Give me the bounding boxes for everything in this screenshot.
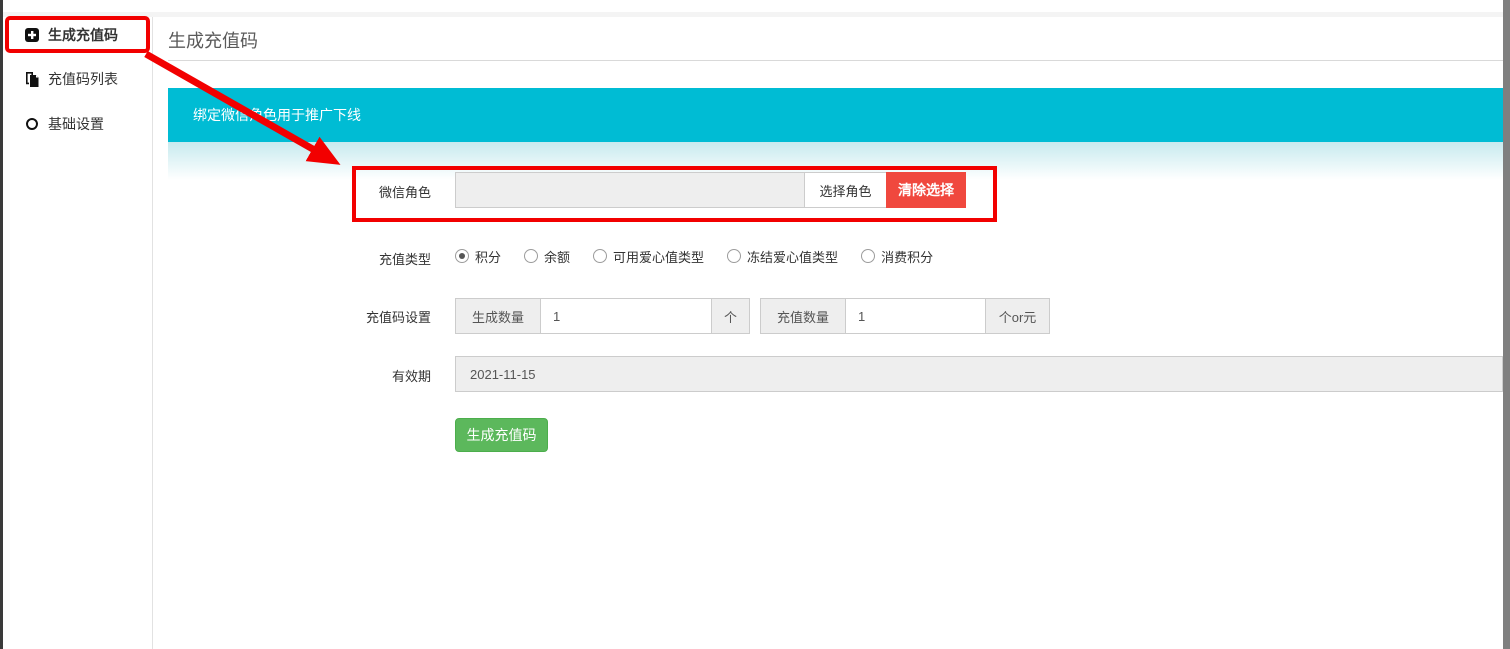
select-role-button[interactable]: 选择角色	[804, 172, 887, 208]
generate-qty-input[interactable]	[541, 298, 712, 334]
radio-label: 可用爱心值类型	[613, 247, 704, 266]
radio-option-consume-points[interactable]: 消费积分	[861, 247, 933, 266]
page-title: 生成充值码	[168, 27, 258, 53]
generate-code-button[interactable]: 生成充值码	[455, 418, 548, 452]
sidebar: 生成充值码 充值码列表 基础设置	[3, 17, 153, 649]
generate-qty-suffix: 个	[712, 298, 750, 334]
main-content: 生成充值码 绑定微信角色用于推广下线 微信角色 选择角色 清除选择 充值类型 积…	[153, 17, 1503, 649]
sidebar-item-code-list[interactable]: 充值码列表	[3, 62, 151, 96]
sidebar-item-label: 充值码列表	[48, 69, 118, 89]
wechat-role-input-field[interactable]	[468, 173, 792, 207]
validity-date-input[interactable]	[455, 356, 1503, 392]
code-settings-label: 充值码设置	[303, 307, 431, 326]
plus-square-icon	[24, 28, 39, 43]
radio-label: 消费积分	[881, 247, 933, 266]
radio-option-points[interactable]: 积分	[455, 247, 501, 266]
sidebar-item-basic-settings[interactable]: 基础设置	[3, 107, 151, 141]
radio-label: 冻结爱心值类型	[747, 247, 838, 266]
radio-icon[interactable]	[455, 249, 469, 263]
validity-label: 有效期	[303, 366, 431, 385]
recharge-type-label: 充值类型	[303, 249, 431, 268]
radio-label: 积分	[475, 247, 501, 266]
radio-option-balance[interactable]: 余额	[524, 247, 570, 266]
validity-date-field[interactable]	[470, 357, 1488, 391]
recharge-qty-input-field[interactable]	[858, 299, 973, 333]
recharge-type-radio-group: 积分 余额 可用爱心值类型 冻结爱心值类型 消费积分	[455, 243, 956, 269]
radio-label: 余额	[544, 247, 570, 266]
wechat-role-label: 微信角色	[303, 182, 431, 201]
clear-selection-button[interactable]: 清除选择	[886, 172, 966, 208]
generate-qty-input-field[interactable]	[553, 299, 699, 333]
copy-icon	[24, 72, 39, 87]
recharge-qty-input[interactable]	[846, 298, 986, 334]
radio-icon[interactable]	[593, 249, 607, 263]
radio-icon[interactable]	[524, 249, 538, 263]
sidebar-item-label: 生成充值码	[48, 25, 118, 45]
generate-qty-prefix: 生成数量	[455, 298, 541, 334]
recharge-qty-group: 充值数量 个or元	[760, 298, 1050, 334]
radio-icon[interactable]	[861, 249, 875, 263]
radio-option-available-love-value[interactable]: 可用爱心值类型	[593, 247, 704, 266]
recharge-qty-suffix: 个or元	[986, 298, 1050, 334]
title-divider	[168, 60, 1503, 61]
wechat-role-input[interactable]	[455, 172, 805, 208]
top-strip	[3, 0, 1503, 12]
sidebar-item-generate-code[interactable]: 生成充值码	[3, 18, 151, 52]
recharge-qty-prefix: 充值数量	[760, 298, 846, 334]
generate-qty-group: 生成数量 个	[455, 298, 750, 334]
radio-icon[interactable]	[727, 249, 741, 263]
circle-icon	[24, 117, 39, 132]
radio-option-frozen-love-value[interactable]: 冻结爱心值类型	[727, 247, 838, 266]
window-scrollbar[interactable]	[1503, 0, 1510, 649]
info-banner: 绑定微信角色用于推广下线	[168, 88, 1503, 142]
sidebar-item-label: 基础设置	[48, 114, 104, 134]
